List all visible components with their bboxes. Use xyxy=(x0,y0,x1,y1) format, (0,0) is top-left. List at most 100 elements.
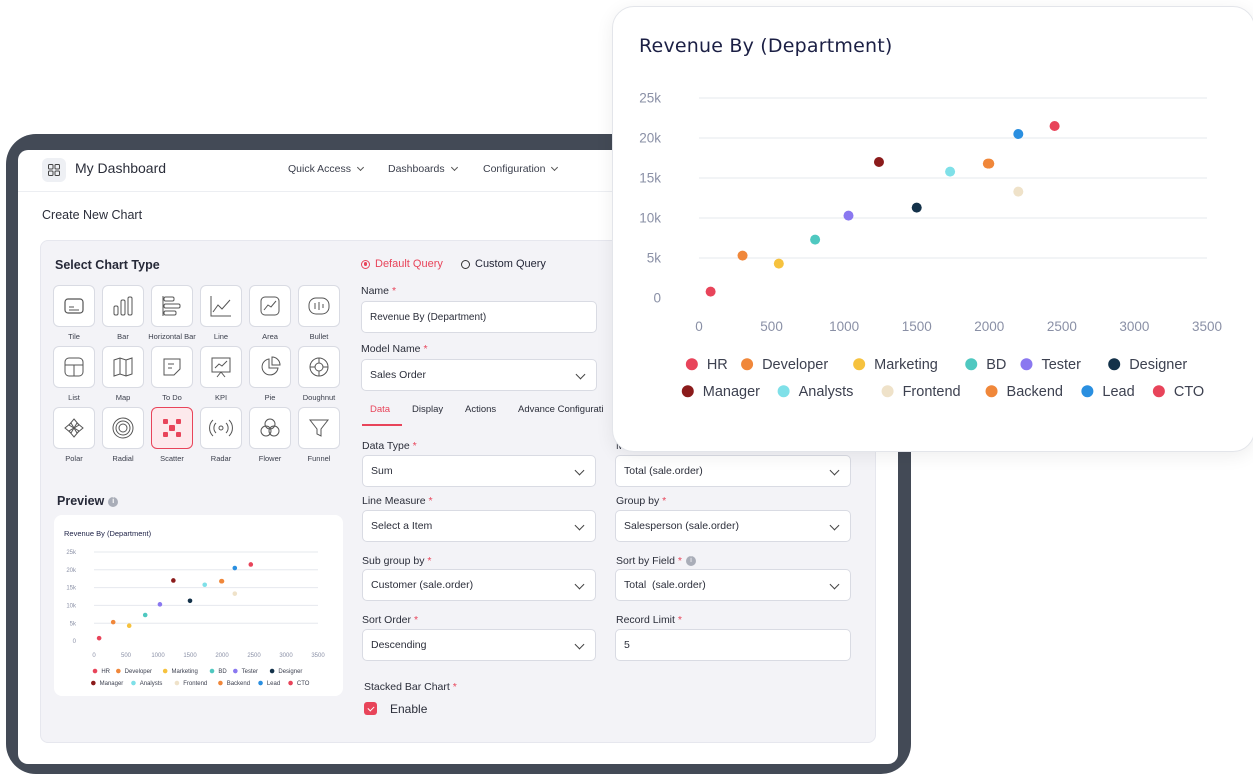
legend-label: Backend xyxy=(1007,384,1063,400)
chart-type-radar[interactable] xyxy=(200,407,242,449)
name-input[interactable]: Revenue By (Department) xyxy=(361,301,597,333)
chart-type-scatter[interactable] xyxy=(151,407,193,449)
x-tick-label: 3500 xyxy=(311,653,325,659)
sub-group-by-select[interactable]: Customer (sale.order) xyxy=(362,569,596,601)
data-type-select[interactable]: Sum xyxy=(362,455,596,487)
chart-type-list[interactable] xyxy=(53,346,95,388)
nav-configuration[interactable]: Configuration xyxy=(483,163,559,175)
polar-icon xyxy=(64,418,84,438)
info-icon[interactable]: i xyxy=(685,556,696,567)
data-point-marketing xyxy=(126,623,132,628)
chart-type-label: Area xyxy=(262,332,278,341)
chart-type-label: Tile xyxy=(68,332,80,341)
chart-type-label: To Do xyxy=(162,393,182,402)
nav-quick-access[interactable]: Quick Access xyxy=(288,163,365,175)
chart-type-label: Doughnut xyxy=(302,393,336,402)
data-point-tester xyxy=(843,210,854,221)
legend-marker xyxy=(116,668,121,674)
model-name-label: Model Name * xyxy=(361,343,428,355)
sort-order-value: Descending xyxy=(371,639,427,651)
legend-marker xyxy=(881,385,894,398)
grid-icon[interactable] xyxy=(42,158,66,182)
group-by-select[interactable]: Salesperson (sale.order) xyxy=(615,510,851,542)
legend-label: Tester xyxy=(242,669,258,675)
nav-label: Dashboards xyxy=(388,163,445,175)
measure-select[interactable]: Total (sale.order) xyxy=(615,455,851,487)
data-point-analysts xyxy=(945,166,956,177)
custom-query-radio[interactable]: Custom Query xyxy=(461,258,546,270)
record-limit-input[interactable]: 5 xyxy=(615,629,851,661)
x-tick-label: 2000 xyxy=(215,653,229,659)
data-point-designer xyxy=(187,598,193,604)
chart-type-radial[interactable] xyxy=(102,407,144,449)
preview-title: Preview i xyxy=(57,494,119,508)
tab-actions[interactable]: Actions xyxy=(465,404,496,415)
x-tick-label: 500 xyxy=(121,653,132,659)
chart-type-label: List xyxy=(68,393,80,402)
chart-type-funnel[interactable] xyxy=(298,407,340,449)
chevron-down-icon xyxy=(829,465,840,476)
chart-type-doughnut[interactable] xyxy=(298,346,340,388)
stacked-bar-label-text: Stacked Bar Chart xyxy=(364,681,450,693)
legend-marker xyxy=(1108,358,1121,371)
data-point-hr xyxy=(96,635,102,641)
line-measure-label-text: Line Measure xyxy=(362,495,426,507)
x-tick-label: 1500 xyxy=(902,319,932,334)
legend-label: Marketing xyxy=(874,357,938,373)
tab-advance-configuration[interactable]: Advance Configurati xyxy=(518,404,604,415)
legend-label: HR xyxy=(101,669,110,675)
tile-icon xyxy=(64,298,84,314)
chart-type-line[interactable] xyxy=(200,285,242,327)
chart-type-to-do[interactable] xyxy=(151,346,193,388)
chevron-down-icon xyxy=(575,369,586,380)
x-tick-label: 3500 xyxy=(1192,319,1222,334)
chart-card: Revenue By (Department) 0 5k 10k 15k 20k 25k 0… xyxy=(612,6,1253,452)
preview-chart: Revenue By (Department) 0 5k 10k 15k 20k 25k 0 5… xyxy=(64,529,325,687)
data-point-lead xyxy=(1013,129,1024,139)
tab-display[interactable]: Display xyxy=(412,404,443,415)
chart-type-flower[interactable] xyxy=(249,407,291,449)
chevron-down-icon xyxy=(574,639,585,650)
default-query-radio[interactable]: Default Query xyxy=(361,258,443,270)
x-tick-label: 2000 xyxy=(974,319,1004,334)
legend-label: Backend xyxy=(227,681,250,687)
group-by-label: Group by * xyxy=(616,495,667,507)
legend-label: Lead xyxy=(1102,384,1134,400)
legend-label: Designer xyxy=(278,669,302,675)
chart-type-label: Line xyxy=(213,332,229,341)
page-title: Create New Chart xyxy=(42,208,143,222)
tab-data[interactable]: Data xyxy=(370,404,390,415)
chart-type-area[interactable] xyxy=(249,285,291,327)
sort-by-field-select[interactable]: Total (sale.order) xyxy=(615,569,851,601)
enable-checkbox[interactable] xyxy=(364,702,377,715)
pie-chart-icon xyxy=(261,356,281,376)
nav-dashboards[interactable]: Dashboards xyxy=(388,163,458,175)
chart-type-label: Horizontal Bar xyxy=(148,332,196,341)
sort-by-field-label: Sort by Field * i xyxy=(616,555,696,567)
sort-order-select[interactable]: Descending xyxy=(362,629,596,661)
x-tick-label: 500 xyxy=(760,319,783,334)
data-point-frontend xyxy=(232,591,238,596)
chart-type-pie[interactable] xyxy=(249,346,291,388)
chart-type-horizontal-bar[interactable] xyxy=(151,285,193,327)
chart-type-tile[interactable] xyxy=(53,285,95,327)
info-icon[interactable]: i xyxy=(108,496,119,507)
chart-type-bullet[interactable] xyxy=(298,285,340,327)
chart-type-kpi[interactable] xyxy=(200,346,242,388)
chevron-down-icon xyxy=(829,579,840,590)
legend-label: Manager xyxy=(100,681,124,687)
legend-marker xyxy=(162,668,168,674)
y-tick-label: 15k xyxy=(639,171,661,186)
legend-marker xyxy=(91,680,96,686)
y-tick-label: 20k xyxy=(66,568,77,574)
chart-type-polar[interactable] xyxy=(53,407,95,449)
line-measure-select[interactable]: Select a Item xyxy=(362,510,596,542)
sub-group-by-label-text: Sub group by xyxy=(362,555,425,567)
model-name-select[interactable]: Sales Order xyxy=(361,359,597,391)
legend-label: CTO xyxy=(297,681,310,687)
chevron-down-icon xyxy=(551,163,559,172)
legend-marker xyxy=(131,680,136,686)
legend-label: BD xyxy=(986,357,1006,373)
chart-type-bar[interactable] xyxy=(102,285,144,327)
chart-type-map[interactable] xyxy=(102,346,144,388)
